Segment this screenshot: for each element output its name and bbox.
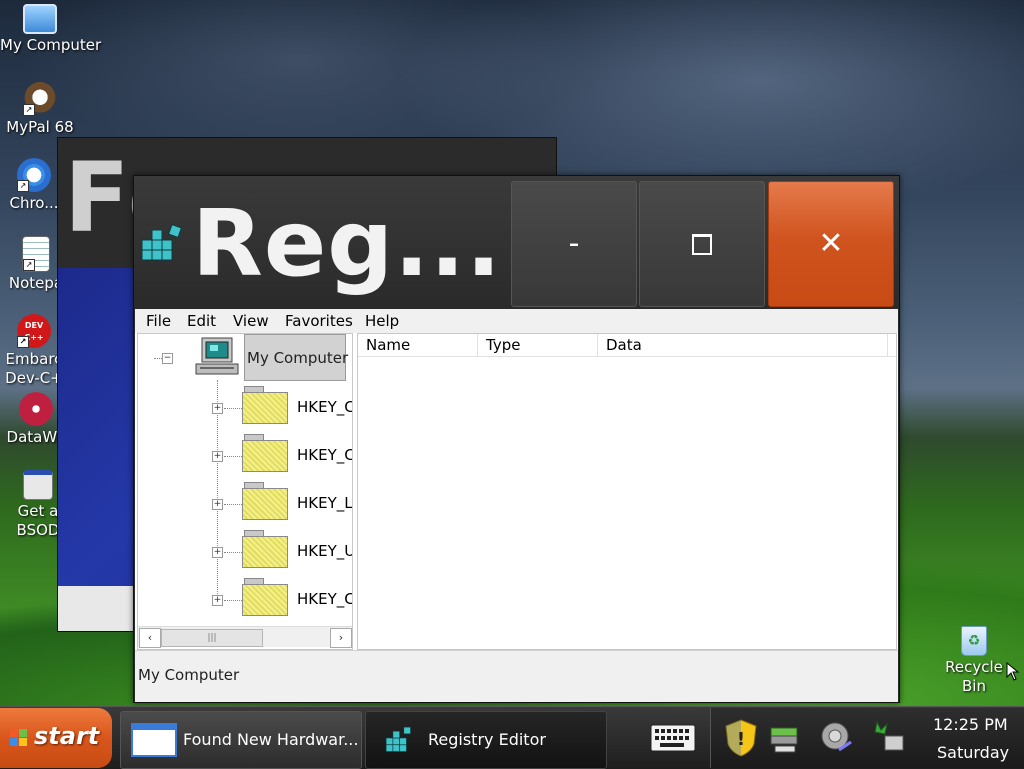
tree-connector <box>224 456 242 457</box>
menu-bar: File Edit View Favorites Help <box>135 309 898 334</box>
clock-day[interactable]: Saturday <box>937 743 1009 762</box>
tree-connector <box>224 408 242 409</box>
hardware-icon[interactable] <box>767 718 803 758</box>
folder-icon <box>242 530 288 568</box>
scrollbar-thumb[interactable]: ||| <box>161 629 263 647</box>
maximize-icon <box>692 234 712 255</box>
notepad-icon: ↗ <box>22 236 50 272</box>
taskbar-item-registry-editor[interactable]: Registry Editor <box>365 711 607 769</box>
clock-time[interactable]: 12:25 PM <box>933 715 1008 734</box>
tree-key-hkey-current-config[interactable]: HKEY_C <box>297 589 352 609</box>
registry-editor-window[interactable]: Reg... - ✕ File Edit View Favorites Help… <box>133 175 900 703</box>
expand-icon[interactable]: + <box>212 595 223 606</box>
close-button[interactable]: ✕ <box>768 181 894 307</box>
column-header-type[interactable]: Type <box>478 334 598 356</box>
window-icon <box>131 723 177 757</box>
expand-icon[interactable]: + <box>212 403 223 414</box>
desktop-icon-label-line2: Bin <box>962 677 986 695</box>
datawa-icon <box>19 392 53 426</box>
maximize-button[interactable] <box>639 181 765 307</box>
minimize-icon: - <box>568 226 580 261</box>
tree-root-label: My Computer <box>247 349 349 367</box>
tree-key-hkey-local-machine[interactable]: HKEY_L <box>297 493 352 513</box>
folder-icon <box>242 434 288 472</box>
shortcut-arrow-icon: ↗ <box>17 180 29 192</box>
collapse-icon[interactable]: − <box>162 353 173 364</box>
taskbar: start Found New Hardwar... Registry Edit… <box>0 706 1024 769</box>
folder-icon <box>242 578 288 616</box>
expand-icon[interactable]: + <box>212 499 223 510</box>
network-icon[interactable] <box>871 718 907 758</box>
mypal-icon: ↗ <box>23 82 57 116</box>
svg-text:!: ! <box>737 729 745 750</box>
title-bar[interactable]: Reg... - ✕ <box>134 176 899 309</box>
menu-help[interactable]: Help <box>365 311 399 331</box>
recycle-bin-icon: ♻ <box>961 626 987 656</box>
tree-key-hkey-current-user[interactable]: HKEY_C <box>297 445 352 465</box>
status-bar: My Computer <box>135 650 898 702</box>
expand-icon[interactable]: + <box>212 451 223 462</box>
chrome-icon: ↗ <box>17 158 51 192</box>
tree-connector <box>224 552 242 553</box>
registry-icon <box>385 726 411 752</box>
start-label: start <box>34 722 100 750</box>
desktop-icon-label: MyPal 68 <box>6 118 74 136</box>
scroll-right-icon[interactable]: › <box>330 628 352 648</box>
menu-file[interactable]: File <box>146 311 171 331</box>
expand-icon[interactable]: + <box>212 547 223 558</box>
tree-root-my-computer[interactable]: My Computer <box>244 334 349 381</box>
mouse-cursor-icon <box>1006 662 1020 681</box>
start-button[interactable]: start <box>0 708 112 768</box>
desktop-icon-mypal[interactable]: ↗ MyPal 68 <box>0 82 80 137</box>
desktop-icon-recycle-bin[interactable]: ♻ Recycle Bin <box>934 626 1014 696</box>
keyboard-icon[interactable] <box>650 721 696 753</box>
desktop-icon-my-computer[interactable]: My Computer <box>0 4 102 55</box>
scroll-left-icon[interactable]: ‹ <box>139 628 161 648</box>
minimize-button[interactable]: - <box>511 181 637 307</box>
desktop-icon-label: My Computer <box>0 36 102 54</box>
shortcut-arrow-icon: ↗ <box>17 336 29 348</box>
menu-view[interactable]: View <box>233 311 269 331</box>
status-text: My Computer <box>138 666 240 684</box>
folder-icon <box>242 482 288 520</box>
windows-logo-icon <box>10 729 28 747</box>
taskbar-item-label: Found New Hardwar... <box>183 730 359 749</box>
window-title: Reg... <box>192 190 502 297</box>
menu-favorites[interactable]: Favorites <box>285 311 353 331</box>
system-tray: ! 12:25 PM Saturday <box>710 708 1024 768</box>
registry-app-icon <box>141 223 183 261</box>
speaker-icon[interactable] <box>819 718 855 758</box>
registry-values-list[interactable]: Name Type Data <box>357 333 897 650</box>
column-header-name[interactable]: Name <box>358 334 478 356</box>
column-header-data[interactable]: Data <box>598 334 888 356</box>
shortcut-arrow-icon: ↗ <box>23 259 35 271</box>
shortcut-arrow-icon: ↗ <box>23 104 35 116</box>
security-shield-icon[interactable]: ! <box>723 718 759 758</box>
computer-icon <box>195 337 239 375</box>
tree-connector <box>224 600 242 601</box>
my-computer-icon <box>23 4 57 34</box>
menu-edit[interactable]: Edit <box>187 311 216 331</box>
tree-connector <box>224 504 242 505</box>
tree-horizontal-scrollbar[interactable]: ‹ ||| › <box>138 626 352 648</box>
bsod-icon <box>23 470 53 500</box>
tree-key-hkey-classes-root[interactable]: HKEY_C <box>297 397 352 417</box>
client-area: − My Computer + HKEY_C + HKEY_C + HKEY_L… <box>135 333 898 650</box>
taskbar-item-found-new-hardware[interactable]: Found New Hardwar... <box>120 711 362 769</box>
taskbar-item-label: Registry Editor <box>428 730 546 749</box>
list-header: Name Type Data <box>358 334 896 357</box>
close-icon: ✕ <box>818 226 844 261</box>
folder-icon <box>242 386 288 424</box>
devcpp-icon: DEV C++ ↗ <box>17 314 51 348</box>
tree-key-hkey-users[interactable]: HKEY_U <box>297 541 352 561</box>
registry-tree[interactable]: − My Computer + HKEY_C + HKEY_C + HKEY_L… <box>137 333 353 650</box>
desktop-icon-label: Recycle <box>945 658 1003 676</box>
